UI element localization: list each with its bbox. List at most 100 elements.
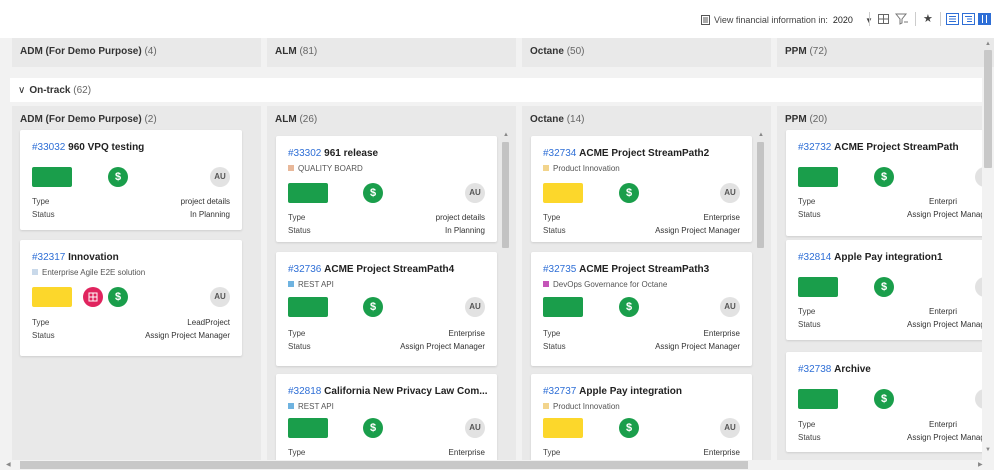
project-card[interactable]: #32732 ACME Project StreamPath $ A Type … [786, 130, 982, 236]
project-card[interactable]: #32818 California New Privacy Law Com...… [276, 374, 497, 460]
project-card[interactable]: #32735 ACME Project StreamPath3 DevOps G… [531, 252, 752, 366]
financial-year[interactable]: 2020 [833, 15, 853, 25]
avatar[interactable]: A [975, 167, 982, 187]
column-header-octane: Octane (50) [522, 38, 771, 67]
project-card[interactable]: #32814 Apple Pay integration1 $ A Type E… [786, 240, 982, 340]
lane-adm: ADM (For Demo Purpose) (2) #33032 960 VP… [12, 106, 261, 460]
horizontal-scrollbar-thumb[interactable] [20, 461, 748, 469]
type-label: Type [288, 329, 306, 338]
type-value: LeadProject [187, 318, 230, 327]
card-title[interactable]: #32736 ACME Project StreamPath4 [288, 264, 454, 275]
star-icon[interactable]: ★ [923, 12, 933, 25]
page-scroll-down-arrow[interactable]: ▼ [985, 447, 991, 453]
card-title[interactable]: #32735 ACME Project StreamPath3 [543, 264, 709, 275]
status-label: Status [32, 331, 55, 340]
card-title[interactable]: #32738 Archive [798, 364, 871, 375]
project-card[interactable]: #32734 ACME Project StreamPath2 Product … [531, 136, 752, 242]
dollar-icon[interactable]: $ [874, 277, 894, 297]
status-label: Status [798, 210, 821, 219]
card-subtitle: REST API [288, 402, 334, 411]
grid-icon[interactable] [877, 13, 891, 25]
lane-ppm: PPM (20) #32732 ACME Project StreamPath … [777, 106, 982, 460]
scroll-left-arrow[interactable]: ◀ [6, 461, 11, 468]
status-value: Assign Project Manag [907, 320, 982, 329]
lane-title: ADM (For Demo Purpose) (2) [20, 114, 157, 125]
card-title[interactable]: #33302 961 release [288, 148, 378, 159]
tag-color-square [288, 403, 294, 409]
dollar-icon[interactable]: $ [619, 183, 639, 203]
scroll-right-arrow[interactable]: ▶ [978, 461, 983, 468]
project-card[interactable]: #32317 Innovation Enterprise Agile E2E s… [20, 240, 242, 356]
avatar[interactable]: AU [720, 297, 740, 317]
type-label: Type [32, 197, 50, 206]
type-label: Type [543, 448, 561, 457]
type-value: Enterprise [703, 448, 740, 457]
project-card[interactable]: #32738 Archive $ A Type Enterpri Status … [786, 352, 982, 452]
card-title[interactable]: #32732 ACME Project StreamPath [798, 142, 959, 153]
scroll-up-arrow[interactable]: ▲ [758, 132, 764, 138]
project-card[interactable]: #32736 ACME Project StreamPath4 REST API… [276, 252, 497, 366]
card-title[interactable]: #32818 California New Privacy Law Com... [288, 386, 488, 397]
status-label: Status [798, 320, 821, 329]
status-value: Assign Project Manager [145, 331, 230, 340]
financial-year-selector[interactable]: View financial information in: 2020 ▼ [701, 15, 873, 25]
card-subtitle: QUALITY BOARD [288, 164, 363, 173]
risk-icon[interactable] [83, 287, 103, 307]
dollar-icon[interactable]: $ [619, 297, 639, 317]
status-label: Status [543, 226, 566, 235]
card-title[interactable]: #32814 Apple Pay integration1 [798, 252, 943, 263]
dollar-icon[interactable]: $ [108, 287, 128, 307]
dollar-icon[interactable]: $ [363, 297, 383, 317]
toolbar-divider [915, 12, 916, 26]
list-view-icon[interactable] [946, 13, 959, 25]
dollar-icon[interactable]: $ [874, 167, 894, 187]
dollar-icon[interactable]: $ [363, 418, 383, 438]
avatar[interactable]: AU [210, 167, 230, 187]
dollar-icon[interactable]: $ [108, 167, 128, 187]
avatar[interactable]: AU [465, 418, 485, 438]
avatar[interactable]: AU [720, 418, 740, 438]
avatar[interactable]: AU [465, 297, 485, 317]
type-value: Enterprise [703, 329, 740, 338]
dollar-icon[interactable]: $ [363, 183, 383, 203]
card-title[interactable]: #32317 Innovation [32, 252, 119, 263]
type-value: project details [180, 197, 230, 206]
page-scroll-up-arrow[interactable]: ▲ [985, 41, 991, 47]
avatar[interactable]: AU [720, 183, 740, 203]
dollar-icon[interactable]: $ [874, 389, 894, 409]
card-title[interactable]: #33032 960 VPQ testing [32, 142, 144, 153]
type-label: Type [798, 420, 816, 429]
tag-color-square [543, 281, 549, 287]
chevron-down-icon[interactable]: ∨ [18, 85, 25, 96]
status-label: Status [32, 210, 55, 219]
project-card[interactable]: #32737 Apple Pay integration Product Inn… [531, 374, 752, 460]
project-card[interactable]: #33302 961 release QUALITY BOARD $ AU Ty… [276, 136, 497, 242]
lane-scrollbar[interactable] [502, 142, 509, 248]
health-indicator [798, 389, 838, 409]
avatar[interactable]: AU [210, 287, 230, 307]
avatar[interactable]: A [975, 277, 982, 297]
card-title[interactable]: #32734 ACME Project StreamPath2 [543, 148, 709, 159]
group-header-on-track[interactable]: ∨ On-track (62) [10, 78, 982, 102]
card-subtitle: Product Innovation [543, 402, 620, 411]
scroll-up-arrow[interactable]: ▲ [503, 132, 509, 138]
project-card[interactable]: #33032 960 VPQ testing $ AU Type project… [20, 130, 242, 230]
status-value: Assign Project Manag [907, 433, 982, 442]
filter-icon[interactable] [895, 13, 909, 25]
board-view-icon[interactable] [978, 13, 991, 25]
lane-scrollbar[interactable] [757, 142, 764, 248]
type-label: Type [798, 307, 816, 316]
tag-color-square [32, 269, 38, 275]
card-title[interactable]: #32737 Apple Pay integration [543, 386, 682, 397]
card-subtitle: DevOps Governance for Octane [543, 280, 667, 289]
column-header-adm: ADM (For Demo Purpose) (4) [12, 38, 261, 67]
page-scrollbar[interactable] [984, 50, 992, 168]
avatar[interactable]: AU [465, 183, 485, 203]
type-label: Type [543, 329, 561, 338]
status-label: Status [288, 226, 311, 235]
health-indicator [798, 167, 838, 187]
avatar[interactable]: A [975, 389, 982, 409]
tree-view-icon[interactable] [962, 13, 975, 25]
dollar-icon[interactable]: $ [619, 418, 639, 438]
tag-color-square [543, 403, 549, 409]
